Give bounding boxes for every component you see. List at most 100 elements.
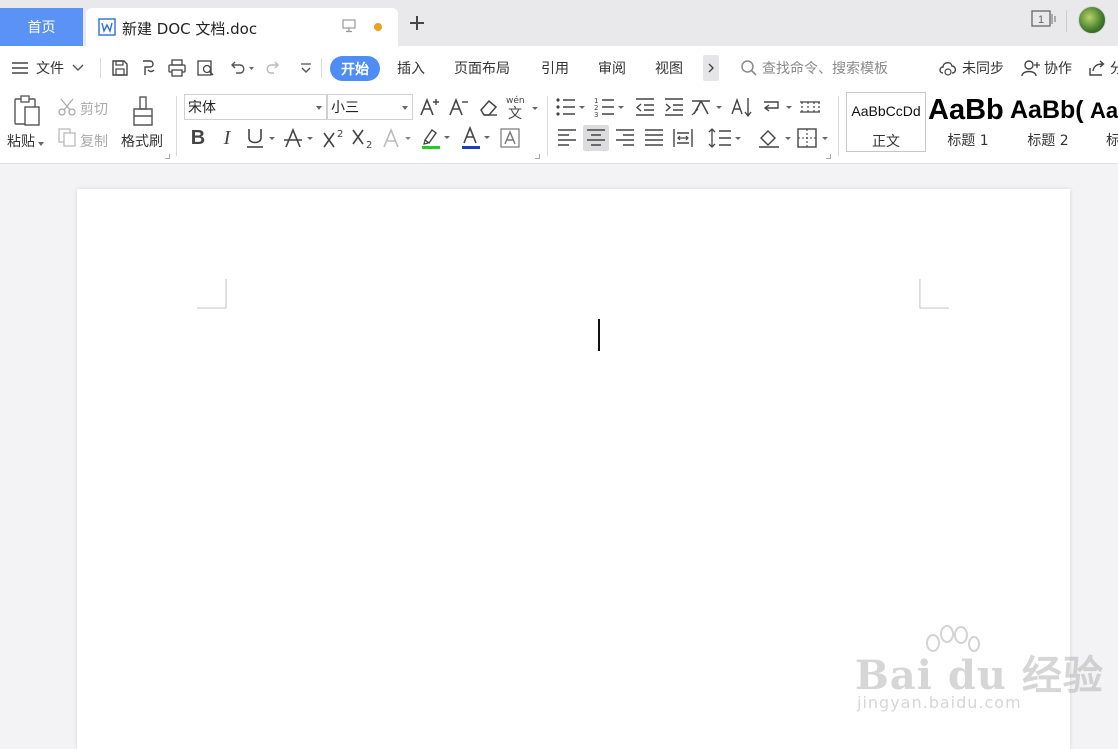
font-name-select[interactable]: 宋体 <box>184 94 327 120</box>
style-name: 标题 2 <box>1027 133 1069 149</box>
numbered-list-icon[interactable]: 123 <box>594 95 626 119</box>
highlight-icon[interactable] <box>419 126 453 150</box>
font-size-select[interactable]: 小三 <box>327 94 413 120</box>
clipboard-group-launcher[interactable] <box>165 154 170 159</box>
tab-home[interactable]: 首页 <box>0 8 83 46</box>
increase-indent-icon[interactable] <box>662 95 686 119</box>
pinyin-guide-button[interactable]: wén 文 <box>504 94 540 120</box>
tab-view[interactable]: 视图 <box>655 46 683 90</box>
tab-insert[interactable]: 插入 <box>397 46 425 90</box>
justify-icon[interactable] <box>642 126 666 150</box>
new-tab-plus-icon[interactable] <box>408 14 426 32</box>
svg-text:2: 2 <box>337 129 343 140</box>
unsaved-indicator <box>374 23 382 31</box>
style-gallery: AaBbCcDd 正文 AaBb 标题 1 AaBb( 标题 2 Aa 标 <box>844 92 1118 152</box>
italic-icon[interactable]: I <box>216 126 238 150</box>
bold-icon[interactable]: B <box>186 126 210 150</box>
avatar[interactable] <box>1078 6 1106 34</box>
save-icon[interactable] <box>109 57 131 79</box>
tab-references[interactable]: 引用 <box>541 46 569 90</box>
format-painter-icon[interactable] <box>128 94 158 128</box>
chevron-down-icon <box>72 64 84 72</box>
svg-text:wén: wén <box>506 95 525 106</box>
svg-text:文: 文 <box>508 106 522 120</box>
format-painter-button[interactable]: 格式刷 <box>121 131 163 151</box>
copy-button[interactable]: 复制 <box>80 131 108 151</box>
strikethrough-icon[interactable] <box>282 126 316 150</box>
file-menu-button[interactable]: 文件 <box>10 46 84 90</box>
text-cursor <box>598 319 600 351</box>
text-direction-icon[interactable] <box>690 95 724 119</box>
print-preview-icon[interactable] <box>195 57 217 79</box>
quick-access-dropdown-icon[interactable] <box>296 57 316 79</box>
style-normal[interactable]: AaBbCcDd 正文 <box>846 92 926 152</box>
style-heading-2[interactable]: AaBb( 标题 2 <box>1008 92 1088 152</box>
subscript-icon[interactable]: 2 <box>350 126 376 150</box>
paste-icon[interactable] <box>10 94 44 128</box>
line-spacing-icon[interactable] <box>707 126 743 150</box>
shading-icon[interactable] <box>757 126 793 150</box>
style-sample: Aa <box>1090 98 1118 123</box>
style-sample: AaBb( <box>1010 96 1084 124</box>
tab-page-layout[interactable]: 页面布局 <box>454 46 510 90</box>
baidu-watermark: Bai du 经验 jingyan.baidu.com <box>855 625 1103 720</box>
align-right-icon[interactable] <box>613 126 637 150</box>
sync-button[interactable]: 未同步 <box>937 46 1004 90</box>
style-sample: AaBb <box>928 94 1004 126</box>
cut-button[interactable]: 剪切 <box>80 99 108 119</box>
export-pdf-icon[interactable] <box>137 57 159 79</box>
person-add-icon <box>1021 59 1041 77</box>
font-color-icon[interactable] <box>459 126 493 150</box>
align-center-icon[interactable] <box>583 125 609 151</box>
command-search[interactable]: 查找命令、搜索模板 <box>740 46 888 90</box>
show-marks-icon[interactable] <box>760 95 794 119</box>
style-heading-1[interactable]: AaBb 标题 1 <box>928 92 1008 152</box>
more-tabs-button[interactable] <box>703 55 719 81</box>
align-left-icon[interactable] <box>555 126 579 150</box>
tab-start[interactable]: 开始 <box>330 56 380 81</box>
bullet-list-icon[interactable] <box>555 95 587 119</box>
document-tab-title: 新建 DOC 文档.doc <box>122 20 258 38</box>
font-name-value: 宋体 <box>188 100 216 116</box>
style-name: 正文 <box>872 134 900 150</box>
decrease-indent-icon[interactable] <box>633 95 657 119</box>
cloud-sync-icon <box>937 59 959 77</box>
share-button[interactable]: 分 <box>1087 46 1118 90</box>
margin-corner-mark <box>919 279 949 309</box>
undo-icon[interactable] <box>226 57 256 79</box>
chevron-right-icon <box>708 63 714 73</box>
paragraph-group-launcher[interactable] <box>826 154 831 159</box>
borders-icon[interactable] <box>796 126 832 150</box>
copy-icon[interactable] <box>56 126 78 148</box>
tab-document[interactable]: 新建 DOC 文档.doc <box>86 8 398 46</box>
collab-button[interactable]: 协作 <box>1021 46 1072 90</box>
style-heading-3[interactable]: Aa 标 <box>1088 92 1118 152</box>
print-icon[interactable] <box>166 57 188 79</box>
svg-text:3: 3 <box>594 111 598 118</box>
superscript-icon[interactable]: 2 <box>321 126 347 150</box>
paste-button[interactable]: 粘贴 <box>7 131 44 151</box>
divider <box>321 58 322 78</box>
font-grow-icon[interactable] <box>418 95 442 119</box>
watermark-url: jingyan.baidu.com <box>857 693 1022 712</box>
monitor-icon[interactable] <box>342 19 356 33</box>
eraser-icon[interactable] <box>476 95 500 119</box>
scissors-icon[interactable] <box>56 96 78 118</box>
divider <box>176 96 177 156</box>
share-icon <box>1087 59 1107 77</box>
font-shrink-icon[interactable] <box>447 95 471 119</box>
table-columns-icon[interactable] <box>797 95 823 119</box>
distributed-align-icon[interactable] <box>671 126 695 150</box>
window-count-icon[interactable]: 1 <box>1030 9 1058 29</box>
font-group-launcher[interactable] <box>535 154 540 159</box>
text-effect-icon[interactable] <box>380 126 414 150</box>
font-size-value: 小三 <box>331 100 359 116</box>
file-menu-label: 文件 <box>36 61 64 77</box>
char-border-icon[interactable] <box>498 126 522 150</box>
redo-icon[interactable] <box>264 57 284 79</box>
style-name: 标题 1 <box>947 133 989 149</box>
sort-icon[interactable] <box>729 95 755 119</box>
underline-icon[interactable] <box>244 126 278 150</box>
search-placeholder: 查找命令、搜索模板 <box>762 61 888 77</box>
tab-review[interactable]: 审阅 <box>598 46 626 90</box>
